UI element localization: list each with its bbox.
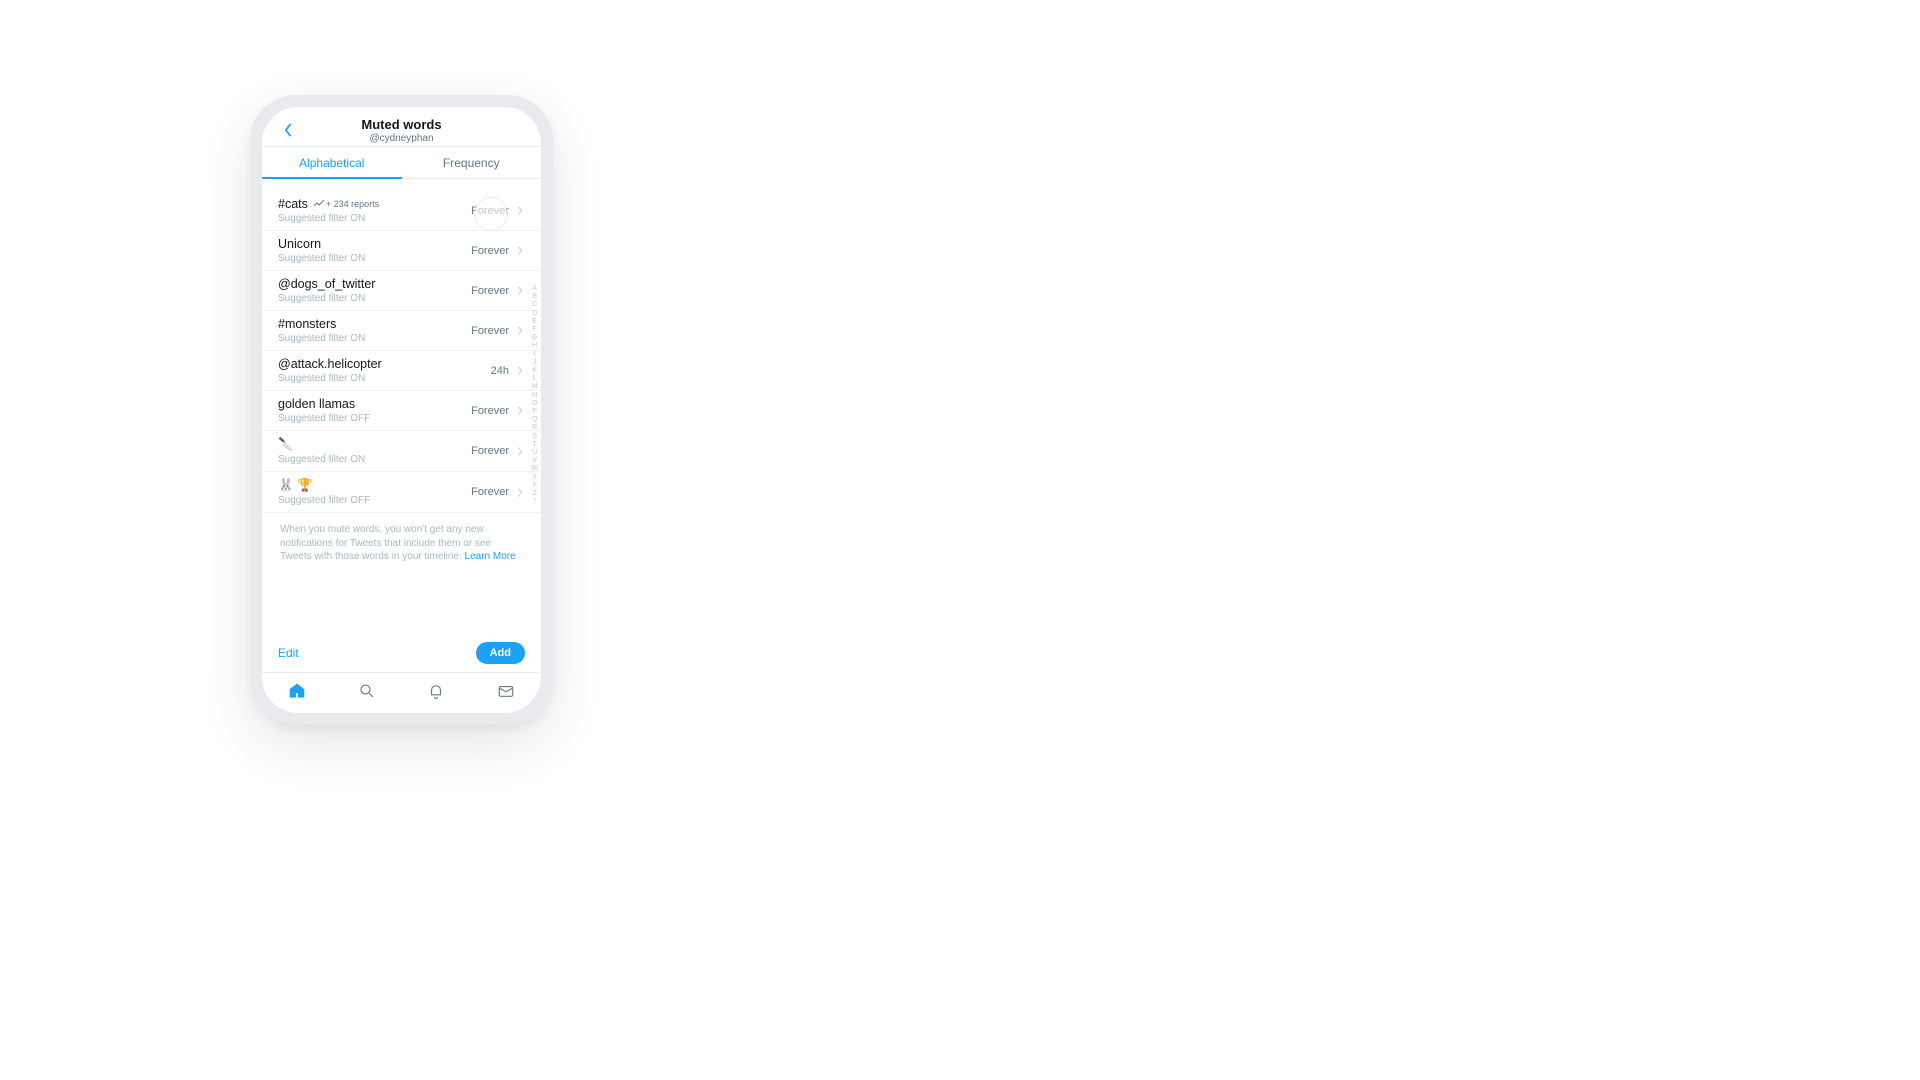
list-item[interactable]: @attack.helicopter Suggested filter ON 2… <box>262 351 541 391</box>
alpha-index-letter[interactable]: C <box>531 301 538 309</box>
chevron-right-icon <box>515 446 525 456</box>
muted-list: #cats + 234 reports Suggested filter ON … <box>262 179 541 636</box>
tabs: Alphabetical Frequency <box>262 147 541 179</box>
muted-word: 🔪 <box>278 437 471 452</box>
trend-badge: + 234 reports <box>314 199 379 209</box>
filter-status: Suggested filter OFF <box>278 495 471 506</box>
chevron-right-icon <box>515 246 525 256</box>
info-text-block: When you mute words, you won't get any n… <box>262 513 541 574</box>
filter-status: Suggested filter OFF <box>278 413 471 424</box>
alpha-index-letter[interactable]: T <box>531 441 538 449</box>
search-icon[interactable] <box>357 681 377 701</box>
learn-more-link[interactable]: Learn More <box>465 551 516 562</box>
alpha-index-letter[interactable]: U <box>531 449 538 457</box>
bottom-nav <box>262 673 541 713</box>
filter-status: Suggested filter ON <box>278 213 471 224</box>
filter-status: Suggested filter ON <box>278 454 471 465</box>
alpha-index-letter[interactable]: L <box>531 375 538 383</box>
alpha-index-letter[interactable]: Y <box>531 482 538 490</box>
list-item[interactable]: #cats + 234 reports Suggested filter ON … <box>262 191 541 231</box>
duration-label: Forever <box>471 405 509 417</box>
duration-label: 24h <box>491 365 509 377</box>
home-icon[interactable] <box>287 681 307 701</box>
mail-icon[interactable] <box>496 681 516 701</box>
alpha-index-letter[interactable]: A <box>531 285 538 293</box>
header: Muted words @cydneyphan <box>262 107 541 147</box>
filter-status: Suggested filter ON <box>278 293 471 304</box>
list-item[interactable]: @dogs_of_twitter Suggested filter ON For… <box>262 271 541 311</box>
chevron-right-icon <box>515 326 525 336</box>
alpha-index-letter[interactable]: Q <box>531 416 538 424</box>
muted-word: @attack.helicopter <box>278 357 491 371</box>
page-subtitle: @cydneyphan <box>262 133 541 144</box>
chevron-right-icon <box>515 206 525 216</box>
alpha-index-letter[interactable]: H <box>531 342 538 350</box>
bell-icon[interactable] <box>426 681 446 701</box>
duration-label: Forever <box>471 205 509 217</box>
duration-label: Forever <box>471 445 509 457</box>
muted-word: @dogs_of_twitter <box>278 277 471 291</box>
filter-status: Suggested filter ON <box>278 333 471 344</box>
alpha-index-letter[interactable]: P <box>531 408 538 416</box>
tab-frequency[interactable]: Frequency <box>402 147 542 178</box>
alpha-index-letter[interactable]: S <box>531 433 538 441</box>
muted-word: #cats <box>278 197 308 211</box>
alpha-index-letter[interactable]: X <box>531 474 538 482</box>
screen: Muted words @cydneyphan Alphabetical Fre… <box>262 107 541 713</box>
alpha-index-letter[interactable]: B <box>531 293 538 301</box>
alpha-index-letter[interactable]: W <box>531 465 538 473</box>
info-text: When you mute words, you won't get any n… <box>280 524 491 562</box>
list-item[interactable]: Unicorn Suggested filter ON Forever <box>262 231 541 271</box>
list-item[interactable]: golden llamas Suggested filter OFF Forev… <box>262 391 541 431</box>
muted-word: #monsters <box>278 317 471 331</box>
alpha-index-letter[interactable]: M <box>531 383 538 391</box>
alpha-index-letter[interactable]: Z <box>531 490 538 498</box>
alpha-index-letter[interactable]: I <box>531 351 538 359</box>
alpha-index-letter[interactable]: K <box>531 367 538 375</box>
alpha-index[interactable]: ABCDEFGHIJKLMNOPQRSTUVWXYZ* <box>531 285 538 506</box>
muted-word: golden llamas <box>278 397 471 411</box>
alpha-index-letter[interactable]: * <box>531 498 538 506</box>
alpha-index-letter[interactable]: R <box>531 424 538 432</box>
edit-button[interactable]: Edit <box>278 646 299 660</box>
action-bar: Edit Add <box>262 636 541 673</box>
alpha-index-letter[interactable]: J <box>531 359 538 367</box>
list-item[interactable]: #monsters Suggested filter ON Forever <box>262 311 541 351</box>
chevron-right-icon <box>515 487 525 497</box>
duration-label: Forever <box>471 285 509 297</box>
filter-status: Suggested filter ON <box>278 253 471 264</box>
muted-word: Unicorn <box>278 237 471 251</box>
tab-alphabetical[interactable]: Alphabetical <box>262 147 402 178</box>
duration-label: Forever <box>471 486 509 498</box>
alpha-index-letter[interactable]: V <box>531 457 538 465</box>
list-item[interactable]: 🐰 🏆 Suggested filter OFF Forever <box>262 472 541 513</box>
trend-text: + 234 reports <box>326 199 379 209</box>
alpha-index-letter[interactable]: F <box>531 326 538 334</box>
alpha-index-letter[interactable]: D <box>531 310 538 318</box>
page-title: Muted words <box>262 117 541 132</box>
back-icon[interactable] <box>278 120 298 140</box>
duration-label: Forever <box>471 245 509 257</box>
alpha-index-letter[interactable]: N <box>531 392 538 400</box>
phone-frame: Muted words @cydneyphan Alphabetical Fre… <box>250 95 553 725</box>
alpha-index-letter[interactable]: E <box>531 318 538 326</box>
alpha-index-letter[interactable]: O <box>531 400 538 408</box>
duration-label: Forever <box>471 325 509 337</box>
list-item[interactable]: 🔪 Suggested filter ON Forever <box>262 431 541 472</box>
chevron-right-icon <box>515 286 525 296</box>
chevron-right-icon <box>515 366 525 376</box>
alpha-index-letter[interactable]: G <box>531 334 538 342</box>
add-button[interactable]: Add <box>476 642 525 664</box>
muted-word: 🐰 🏆 <box>278 478 471 493</box>
chevron-right-icon <box>515 406 525 416</box>
filter-status: Suggested filter ON <box>278 373 491 384</box>
